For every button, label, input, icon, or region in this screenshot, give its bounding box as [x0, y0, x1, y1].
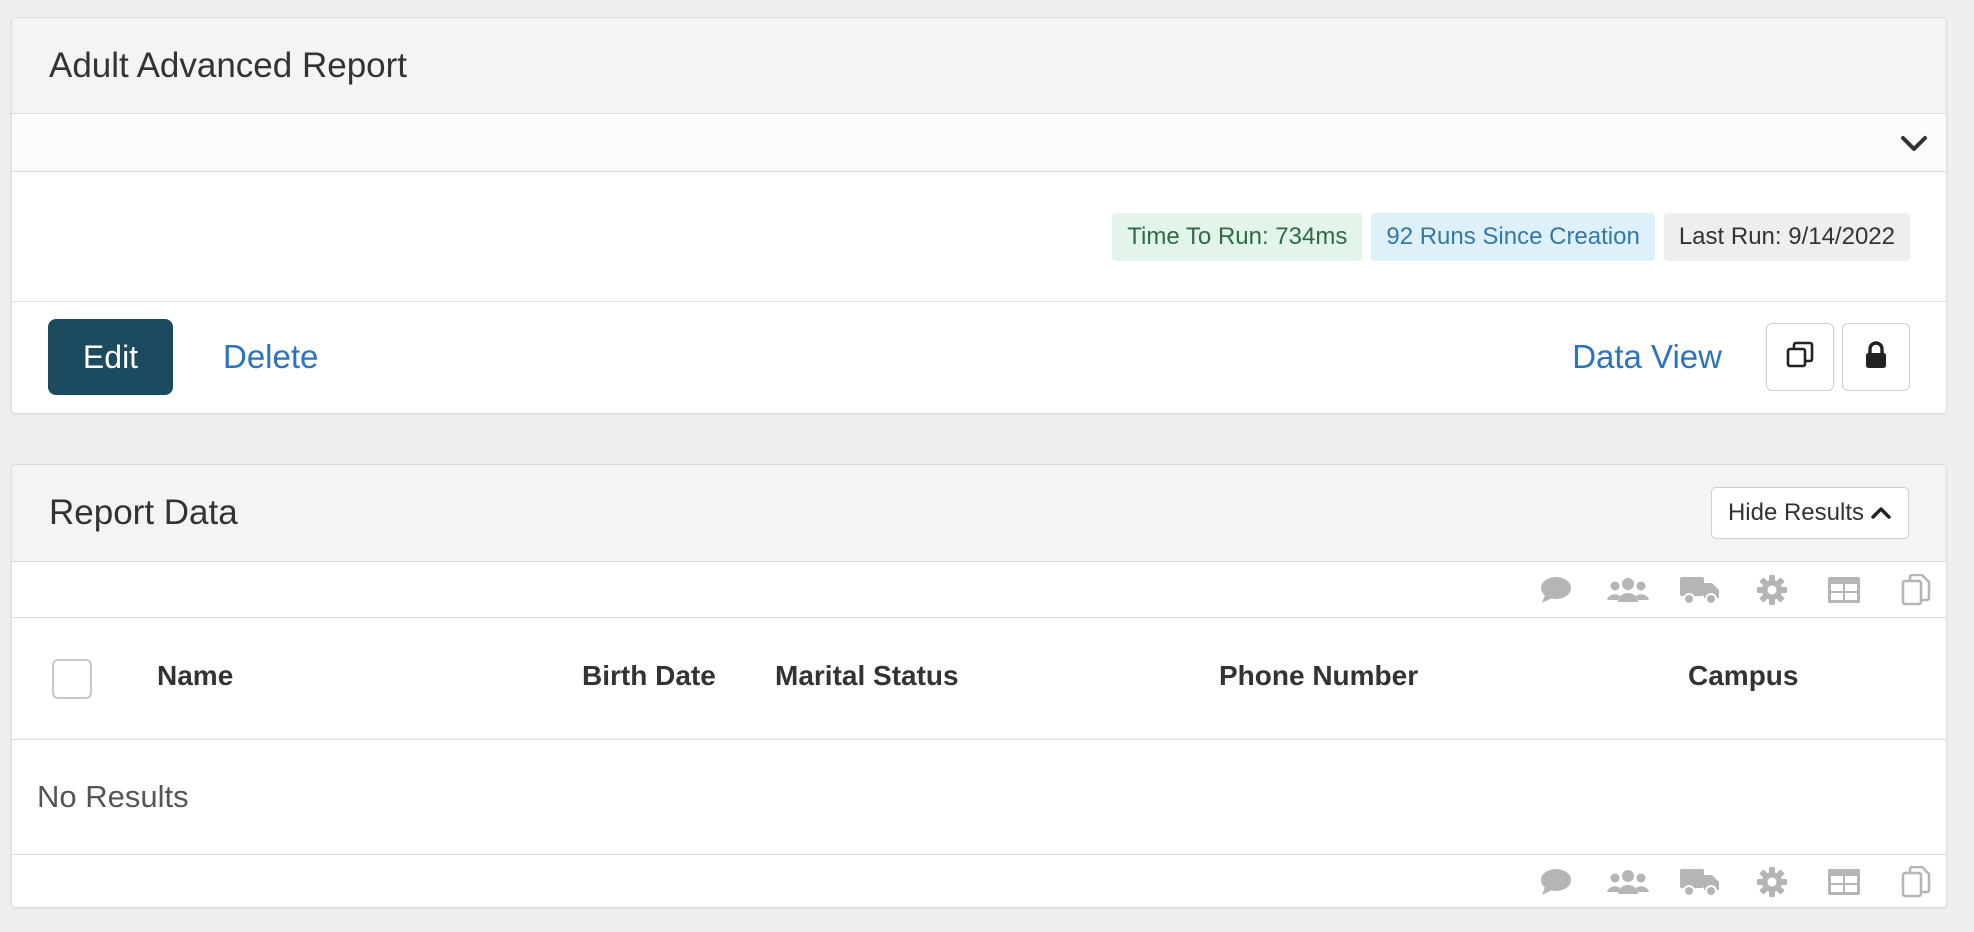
report-data-heading: Report Data Hide Results	[12, 465, 1946, 562]
excel-export-icon[interactable]	[1822, 862, 1866, 902]
column-header-marital-status[interactable]: Marital Status	[775, 660, 959, 692]
merge-template-icon[interactable]	[1894, 862, 1938, 902]
bulk-update-icon[interactable]	[1678, 862, 1722, 902]
hide-results-label: Hide Results	[1727, 499, 1864, 526]
column-header-phone-number[interactable]: Phone Number	[1219, 660, 1418, 692]
hide-results-button[interactable]: Hide Results	[1710, 487, 1909, 539]
lock-icon	[1863, 340, 1889, 375]
settings-icon[interactable]	[1750, 862, 1794, 902]
report-detail-panel: Adult Advanced Report Time To Run: 734ms…	[11, 17, 1947, 414]
report-detail-heading: Adult Advanced Report	[12, 18, 1946, 114]
communicate-icon[interactable]	[1534, 570, 1578, 610]
grid-header: Name Birth Date Marital Status Phone Num…	[12, 618, 1946, 740]
settings-icon[interactable]	[1750, 570, 1794, 610]
grid-actions-top	[12, 562, 1946, 618]
report-actions: Edit Delete Data View	[12, 302, 1946, 412]
empty-results: No Results	[37, 779, 189, 814]
runs-count-badge: 92 Runs Since Creation	[1371, 213, 1655, 261]
last-run-badge: Last Run: 9/14/2022	[1663, 213, 1910, 261]
time-to-run-badge: Time To Run: 734ms	[1112, 213, 1363, 261]
merge-people-icon[interactable]	[1606, 862, 1650, 902]
copy-button[interactable]	[1766, 323, 1834, 391]
column-header-birth-date[interactable]: Birth Date	[582, 660, 716, 692]
report-actions-right: Data View	[1572, 323, 1910, 391]
report-data-panel: Report Data Hide Results Name Birth Date…	[11, 464, 1947, 908]
delete-link[interactable]: Delete	[223, 338, 318, 376]
copy-icon	[1785, 340, 1815, 375]
chevron-down-icon[interactable]	[1898, 128, 1930, 160]
column-header-campus[interactable]: Campus	[1688, 660, 1798, 692]
communicate-icon[interactable]	[1534, 862, 1578, 902]
chevron-up-icon	[1870, 499, 1892, 527]
excel-export-icon[interactable]	[1822, 570, 1866, 610]
report-stats: Time To Run: 734ms 92 Runs Since Creatio…	[12, 172, 1946, 302]
security-button[interactable]	[1842, 323, 1910, 391]
report-data-title: Report Data	[49, 493, 238, 532]
edit-button[interactable]: Edit	[48, 319, 173, 395]
data-view-link[interactable]: Data View	[1572, 338, 1722, 376]
merge-people-icon[interactable]	[1606, 570, 1650, 610]
report-title: Adult Advanced Report	[49, 45, 408, 85]
bulk-update-icon[interactable]	[1678, 570, 1722, 610]
panel-drawer	[12, 114, 1946, 172]
column-header-name[interactable]: Name	[157, 660, 233, 692]
select-all-checkbox[interactable]	[52, 659, 92, 699]
grid-actions-bottom	[12, 854, 1946, 907]
merge-template-icon[interactable]	[1894, 570, 1938, 610]
